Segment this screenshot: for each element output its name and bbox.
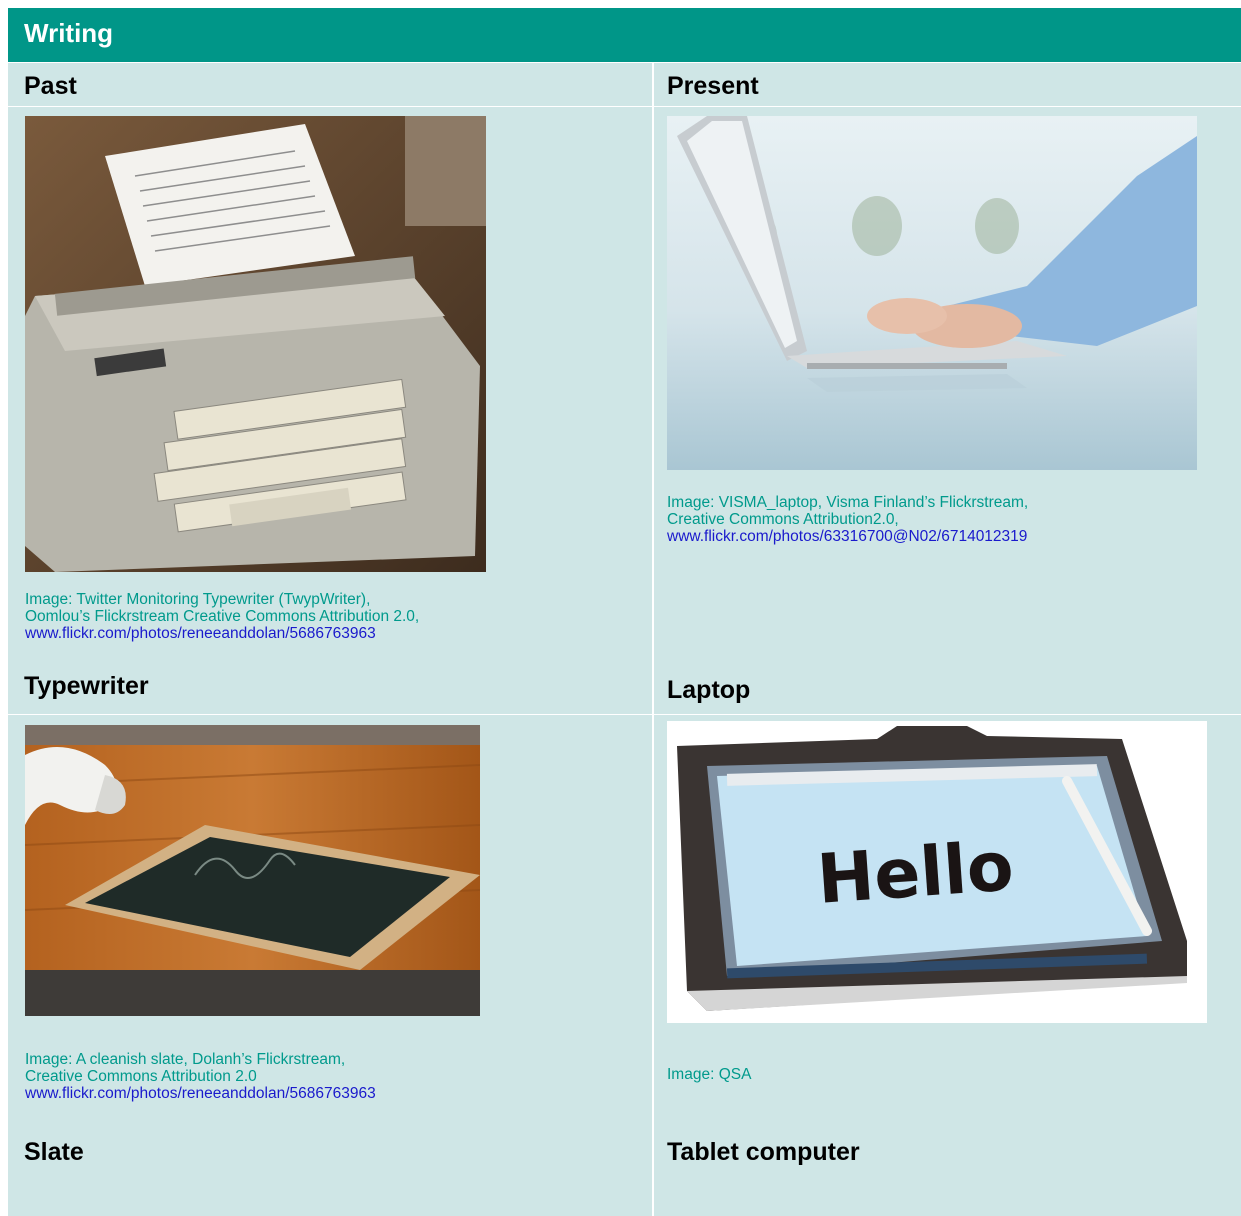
laptop-photo <box>667 116 1197 470</box>
slate-caption: Image: A cleanish slate, Dolanh’s Flickr… <box>25 1051 625 1102</box>
slate-caption-line-2: Creative Commons Attribution 2.0 <box>25 1068 257 1085</box>
slate-caption-line-1: Image: A cleanish slate, Dolanh’s Flickr… <box>25 1051 346 1068</box>
laptop-caption-line-2: Creative Commons Attribution2.0, <box>667 511 899 528</box>
tablet-caption: Image: QSA <box>667 1066 1227 1083</box>
writing-table: Writing Past Present Image: Twitter Moni… <box>8 8 1241 1216</box>
laptop-caption: Image: VISMA_laptop, Visma Finland’s Fli… <box>667 494 1227 545</box>
typewriter-caption-line-1: Image: Twitter Monitoring Typewriter (Tw… <box>25 591 371 608</box>
column-heading-past: Past <box>24 72 77 100</box>
tablet-photo: Hello <box>667 721 1207 1023</box>
typewriter-caption: Image: Twitter Monitoring Typewriter (Tw… <box>25 591 625 642</box>
tablet-label: Tablet computer <box>667 1138 860 1166</box>
tablet-caption-line-1: Image: QSA <box>667 1066 752 1083</box>
slate-photo <box>25 725 480 1016</box>
typewriter-source-link[interactable]: www.flickr.com/photos/reneeanddolan/5686… <box>25 625 625 642</box>
title-bar: Writing <box>8 8 1241 62</box>
laptop-source-link[interactable]: www.flickr.com/photos/63316700@N02/67140… <box>667 528 1227 545</box>
laptop-caption-line-1: Image: VISMA_laptop, Visma Finland’s Fli… <box>667 494 1029 511</box>
typewriter-label: Typewriter <box>24 672 149 700</box>
typewriter-photo <box>25 116 486 572</box>
tablet-screen-text: Hello <box>815 827 1016 920</box>
laptop-label: Laptop <box>667 676 751 704</box>
slate-label: Slate <box>24 1138 84 1166</box>
header-divider <box>8 106 1241 107</box>
column-divider <box>652 63 653 1216</box>
row-divider <box>8 714 1241 715</box>
slate-source-link[interactable]: www.flickr.com/photos/reneeanddolan/5686… <box>25 1085 625 1102</box>
table-title: Writing <box>24 18 114 48</box>
column-heading-present: Present <box>667 72 759 100</box>
typewriter-caption-line-2: Oomlou’s Flickrstream Creative Commons A… <box>25 608 420 625</box>
